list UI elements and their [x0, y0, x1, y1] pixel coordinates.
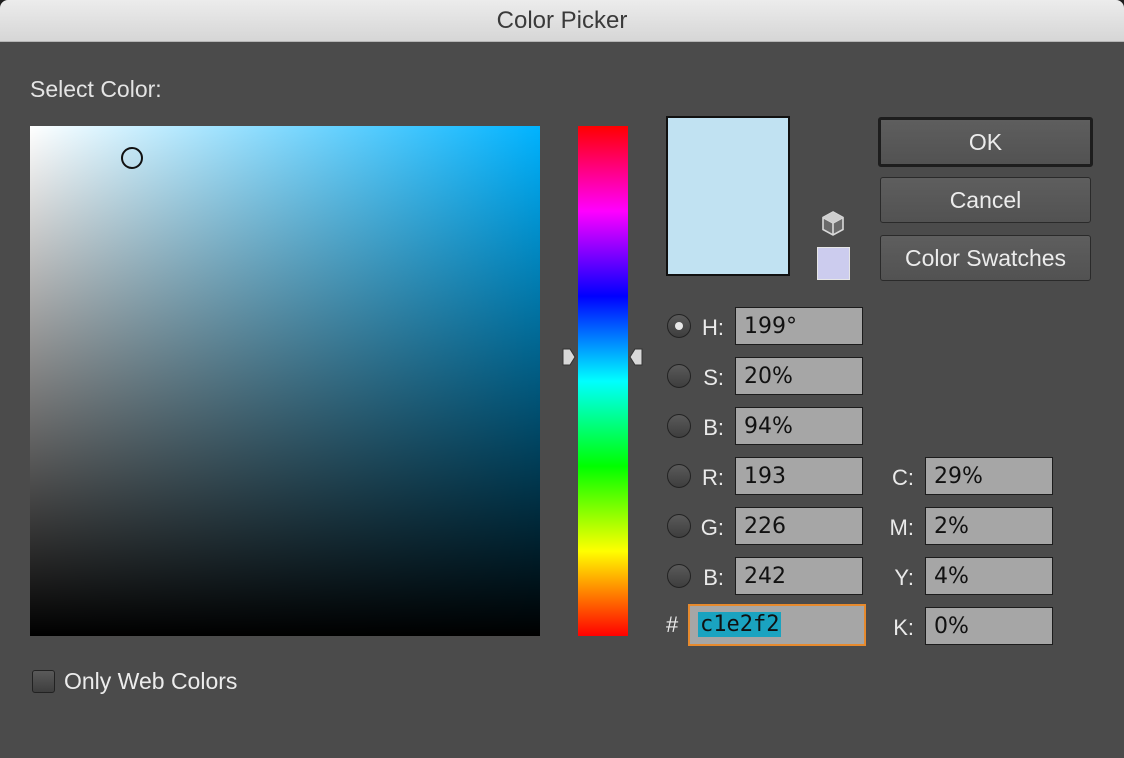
only-web-colors-label[interactable]: Only Web Colors	[64, 668, 237, 695]
color-swatches-button[interactable]: Color Swatches	[880, 235, 1091, 281]
blue-label: B:	[703, 565, 724, 590]
hex-value-selection: c1e2f2	[698, 612, 782, 637]
title-bar[interactable]: Color Picker	[0, 0, 1124, 42]
saturation-radio[interactable]	[667, 364, 691, 388]
black-field[interactable]: 0%	[925, 607, 1053, 645]
ok-button[interactable]: OK	[878, 117, 1093, 167]
saturation-field[interactable]: 20%	[735, 357, 863, 395]
yellow-field[interactable]: 4%	[925, 557, 1053, 595]
blue-field[interactable]: 242	[735, 557, 863, 595]
brightness-radio[interactable]	[667, 414, 691, 438]
green-label: G:	[700, 515, 724, 540]
hex-field[interactable]: c1e2f2	[688, 604, 866, 646]
hue-radio[interactable]	[667, 314, 691, 338]
saturation-brightness-field[interactable]	[30, 126, 540, 636]
brightness-label: B:	[703, 415, 724, 440]
magenta-field[interactable]: 2%	[925, 507, 1053, 545]
color-cursor[interactable]	[121, 147, 143, 169]
saturation-label: S:	[703, 365, 724, 390]
hue-field[interactable]: 199°	[735, 307, 863, 345]
yellow-label: Y:	[894, 565, 914, 590]
cancel-button[interactable]: Cancel	[880, 177, 1091, 223]
cyan-field[interactable]: 29%	[925, 457, 1053, 495]
window-title: Color Picker	[496, 6, 628, 34]
hue-label: H:	[702, 315, 724, 340]
brightness-field[interactable]: 94%	[735, 407, 863, 445]
cyan-label: C:	[892, 465, 914, 490]
new-color-swatch	[666, 116, 790, 276]
cube-icon[interactable]	[820, 210, 846, 238]
red-field[interactable]: 193	[735, 457, 863, 495]
web-safe-color-swatch[interactable]	[817, 247, 850, 280]
hue-slider-right-handle[interactable]	[629, 348, 643, 366]
red-radio[interactable]	[667, 464, 691, 488]
red-label: R:	[702, 465, 724, 490]
select-color-label: Select Color:	[30, 76, 162, 102]
hex-prefix-label: #	[666, 612, 679, 637]
blue-radio[interactable]	[667, 564, 691, 588]
only-web-colors-checkbox[interactable]	[32, 670, 55, 693]
magenta-label: M:	[889, 515, 914, 540]
hue-slider-left-handle[interactable]	[562, 348, 576, 366]
green-field[interactable]: 226	[735, 507, 863, 545]
color-picker-window: Color Picker Select Color: OK Cancel Col…	[0, 0, 1124, 758]
green-radio[interactable]	[667, 514, 691, 538]
black-label: K:	[893, 615, 914, 640]
hue-slider[interactable]	[578, 126, 628, 636]
